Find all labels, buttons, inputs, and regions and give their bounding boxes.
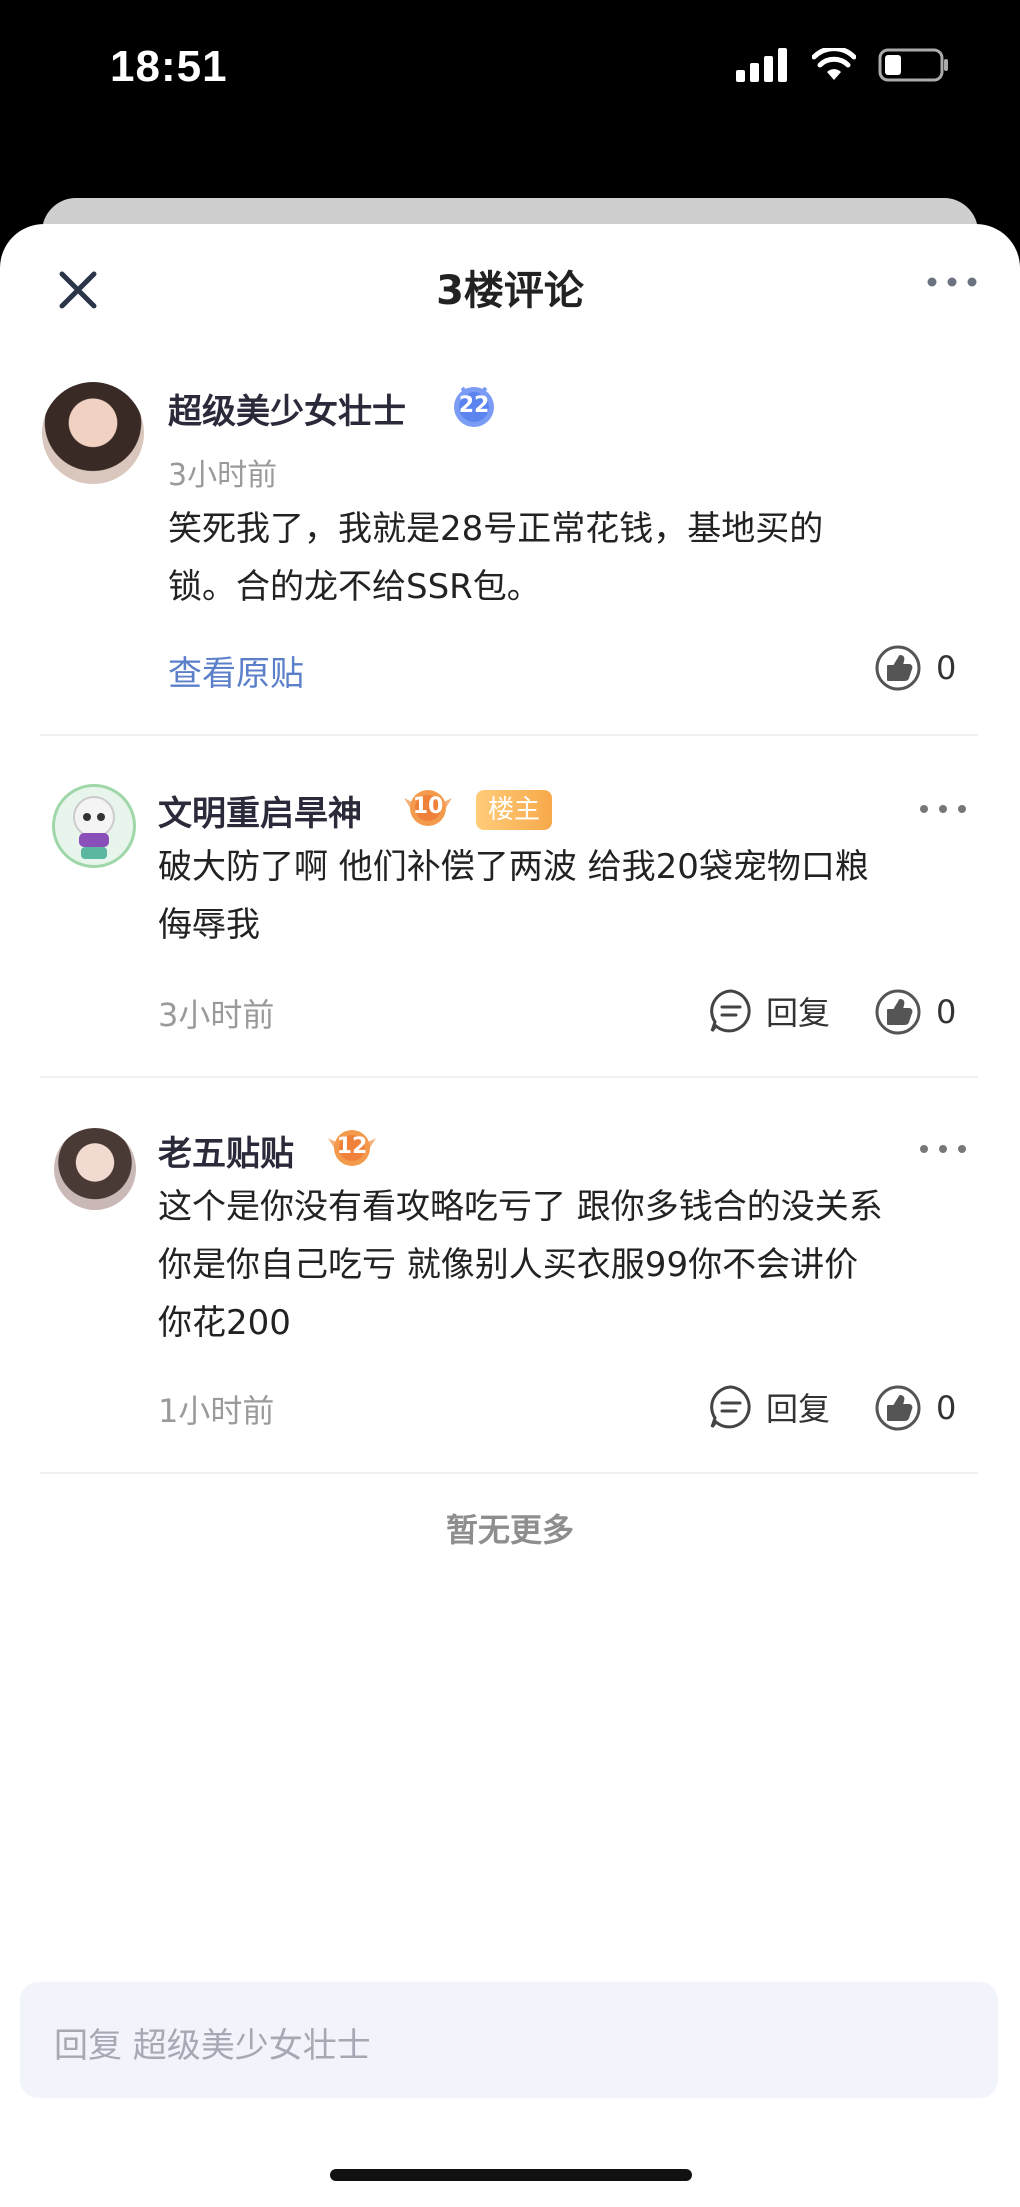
page-title: 3楼评论: [436, 268, 584, 314]
no-more-text: 暂无更多: [445, 1511, 574, 1549]
reply-icon: [710, 1385, 751, 1429]
level-number: 10: [412, 794, 444, 819]
comment-time: 1小时前: [158, 1392, 275, 1430]
avatar[interactable]: [54, 1128, 136, 1210]
divider: [40, 734, 978, 736]
like-count: 0: [936, 1389, 957, 1427]
level-number: 12: [336, 1134, 368, 1159]
divider: [40, 1472, 978, 1474]
comment-text: 这个是你没有看攻略吃亏了 跟你多钱合的没关系 你是你自己吃亏 就像别人买衣服99…: [158, 1187, 883, 1343]
avatar-image: [73, 796, 115, 859]
home-indicator: [330, 2169, 692, 2181]
level-number: 22: [458, 393, 490, 418]
user-name[interactable]: 老五贴贴: [158, 1126, 294, 1175]
sheet-header: 3楼评论: [0, 224, 1020, 344]
like-button[interactable]: 0: [874, 988, 956, 1036]
more-icon[interactable]: [918, 802, 968, 816]
reply-input[interactable]: 回复 超级美少女壮士: [20, 1982, 998, 2098]
level-badge: 22: [448, 380, 500, 430]
wifi-icon: [812, 48, 856, 80]
like-count: 0: [936, 649, 957, 687]
reply-input-placeholder: 回复 超级美少女壮士: [54, 2026, 371, 2066]
level-badge: 10: [400, 784, 456, 830]
comment-text: 破大防了啊 他们补偿了两波 给我20袋宠物口粮 侮辱我: [158, 847, 869, 945]
reply-label: 回复: [766, 1390, 831, 1428]
post-time: 3小时前: [168, 458, 278, 493]
more-options-icon[interactable]: [924, 272, 980, 292]
like-button[interactable]: 0: [874, 644, 956, 692]
signal-icon: [736, 48, 787, 82]
status-icons: [736, 48, 950, 82]
user-name[interactable]: 超级美少女壮士: [168, 384, 406, 433]
comment-sheet: 3楼评论 超级美少女壮士 22 3小时前 笑死我了，我就是28号正常花钱，基地买…: [0, 224, 1020, 2207]
host-badge: 楼主: [476, 790, 553, 830]
avatar[interactable]: [52, 784, 136, 868]
status-time: 18:51: [110, 42, 228, 91]
like-button[interactable]: 0: [874, 1384, 956, 1432]
divider: [40, 1076, 978, 1078]
view-original-link[interactable]: 查看原贴: [168, 646, 304, 695]
comment-time: 3小时前: [158, 996, 275, 1034]
level-badge: 12: [324, 1124, 380, 1170]
more-icon[interactable]: [918, 1142, 968, 1156]
thumbs-up-icon: [875, 989, 921, 1035]
status-bar: 18:51: [0, 0, 1020, 190]
thumbs-up-icon: [875, 1385, 921, 1431]
user-name[interactable]: 文明重启旱神: [158, 786, 362, 835]
avatar[interactable]: [42, 382, 144, 484]
reply-label: 回复: [766, 994, 831, 1032]
like-count: 0: [936, 993, 957, 1031]
comment-text: 笑死我了，我就是28号正常花钱，基地买的 锁。合的龙不给SSR包。: [168, 509, 824, 607]
reply-button[interactable]: 回复: [708, 988, 830, 1034]
reply-icon: [710, 989, 751, 1033]
thumbs-up-icon: [875, 645, 921, 691]
reply-button[interactable]: 回复: [708, 1384, 830, 1430]
battery-icon: [878, 48, 948, 82]
